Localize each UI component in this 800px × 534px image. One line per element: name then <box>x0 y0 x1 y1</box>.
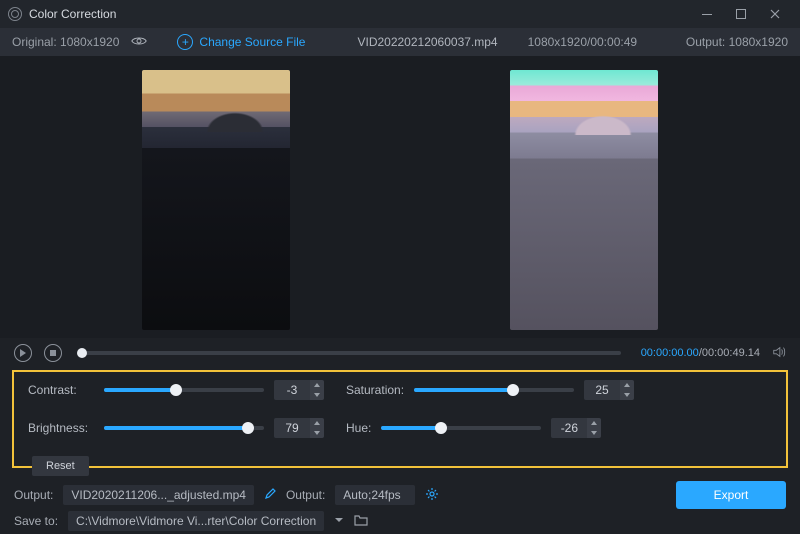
hue-slider[interactable] <box>381 426 541 430</box>
original-dimensions-label: Original: 1080x1920 <box>12 35 119 49</box>
source-meta: 1080x1920/00:00:49 <box>528 35 637 49</box>
brightness-fill <box>104 426 248 430</box>
save-path-field[interactable]: C:\Vidmore\Vidmore Vi...rter\Color Corre… <box>68 511 324 531</box>
maximize-button[interactable] <box>724 0 758 28</box>
info-bar: Original: 1080x1920 + Change Source File… <box>0 28 800 56</box>
contrast-fill <box>104 388 176 392</box>
output-dimensions-label: Output: 1080x1920 <box>686 35 788 49</box>
change-source-button[interactable]: + Change Source File <box>177 34 305 50</box>
contrast-value[interactable]: -3 <box>274 380 310 400</box>
saturation-stepper[interactable] <box>620 380 634 400</box>
volume-icon[interactable] <box>772 345 786 362</box>
saturation-slider[interactable] <box>414 388 574 392</box>
open-folder-icon[interactable] <box>354 514 368 529</box>
output-settings-field[interactable]: Auto;24fps <box>335 485 415 505</box>
reset-button[interactable]: Reset <box>32 456 89 476</box>
edit-filename-icon[interactable] <box>264 488 276 503</box>
output-row: Output: VID2020211206..._adjusted.mp4 Ou… <box>0 482 800 508</box>
window-title: Color Correction <box>29 7 116 21</box>
hue-knob[interactable] <box>435 422 447 434</box>
save-path-chevron-icon[interactable] <box>334 514 344 528</box>
playback-bar: 00:00:00.00/00:00:49.14 <box>0 338 800 368</box>
saturation-label: Saturation: <box>346 383 404 397</box>
save-row: Save to: C:\Vidmore\Vidmore Vi...rter\Co… <box>0 508 800 534</box>
export-button[interactable]: Export <box>676 481 786 509</box>
current-time: 00:00:00.00 <box>641 347 699 359</box>
brightness-stepper[interactable] <box>310 418 324 438</box>
saturation-fill <box>414 388 513 392</box>
contrast-knob[interactable] <box>170 384 182 396</box>
output-filename-field[interactable]: VID2020211206..._adjusted.mp4 <box>63 485 254 505</box>
plus-circle-icon: + <box>177 34 193 50</box>
contrast-stepper[interactable] <box>310 380 324 400</box>
contrast-label: Contrast: <box>28 383 94 397</box>
brightness-slider[interactable] <box>104 426 264 430</box>
brightness-value[interactable]: 79 <box>274 418 310 438</box>
save-to-label: Save to: <box>14 514 58 528</box>
output-file-label: Output: <box>14 488 53 502</box>
brightness-label: Brightness: <box>28 421 94 435</box>
output-settings-label: Output: <box>286 488 325 502</box>
close-button[interactable] <box>758 0 792 28</box>
time-display: 00:00:00.00/00:00:49.14 <box>641 347 760 359</box>
adjusted-preview <box>510 70 658 330</box>
seek-slider[interactable] <box>82 351 621 355</box>
hue-fill <box>381 426 440 430</box>
preview-toggle-icon[interactable] <box>131 35 147 50</box>
play-button[interactable] <box>14 344 32 362</box>
saturation-knob[interactable] <box>507 384 519 396</box>
app-logo-icon <box>8 7 22 21</box>
total-time: 00:00:49.14 <box>702 347 760 359</box>
change-source-label: Change Source File <box>199 35 305 49</box>
preview-area <box>0 56 800 338</box>
titlebar: Color Correction <box>0 0 800 28</box>
minimize-button[interactable] <box>690 0 724 28</box>
hue-label: Hue: <box>346 421 371 435</box>
source-filename: VID20220212060037.mp4 <box>357 35 497 49</box>
contrast-slider[interactable] <box>104 388 264 392</box>
seek-knob[interactable] <box>77 348 87 358</box>
brightness-knob[interactable] <box>242 422 254 434</box>
settings-gear-icon[interactable] <box>425 487 439 504</box>
color-controls-panel: Contrast: -3 Saturation: 25 Brightness: <box>12 370 788 468</box>
hue-stepper[interactable] <box>587 418 601 438</box>
stop-button[interactable] <box>44 344 62 362</box>
saturation-value[interactable]: 25 <box>584 380 620 400</box>
original-preview <box>142 70 290 330</box>
hue-value[interactable]: -26 <box>551 418 587 438</box>
